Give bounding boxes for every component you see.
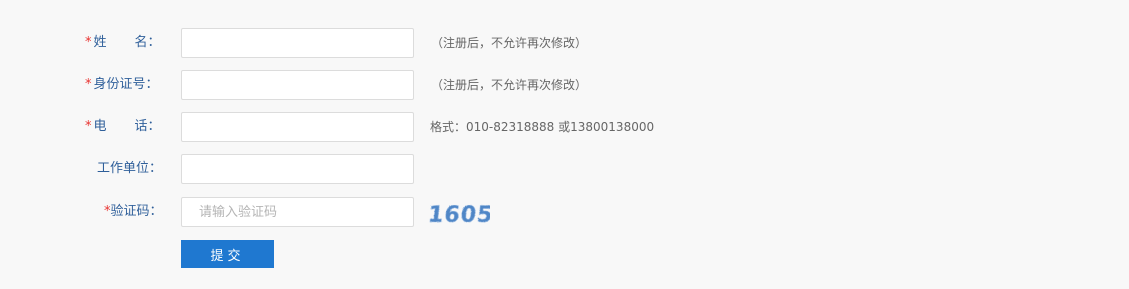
id-card-label: * 身份证号： [85,77,159,92]
phone-label: * 电话： [85,119,161,134]
captcha-row: *验证码： 1605 [0,197,1129,227]
captcha-image[interactable]: 1605 [426,197,490,227]
name-hint: （注册后，不允许再次修改） [431,36,588,50]
captcha-code: 1605 [427,203,490,227]
id-card-input[interactable] [181,70,414,100]
name-label: * 姓名： [85,35,161,50]
required-mark: * [85,35,92,50]
id-card-row: * 身份证号： （注册后，不允许再次修改） [0,70,1129,100]
submit-button[interactable]: 提交 [181,240,274,268]
required-mark: * [85,119,92,134]
name-row: * 姓名： （注册后，不允许再次修改） [0,28,1129,58]
registration-form: * 姓名： （注册后，不允许再次修改） * 身份证号： （注册后，不允许再次修改） … [0,0,1129,289]
employer-row: 工作单位： [0,154,1129,184]
phone-input[interactable] [181,112,414,142]
id-card-hint: （注册后，不允许再次修改） [431,78,588,92]
captcha-input[interactable] [181,197,414,227]
captcha-label: *验证码： [104,204,163,219]
name-input[interactable] [181,28,414,58]
employer-label: 工作单位： [97,161,163,176]
phone-format-hint: 格式：010-82318888 或13800138000 [430,120,655,134]
employer-input[interactable] [181,154,414,184]
required-mark: * [85,77,92,92]
phone-row: * 电话： 格式：010-82318888 或13800138000 [0,112,1129,142]
